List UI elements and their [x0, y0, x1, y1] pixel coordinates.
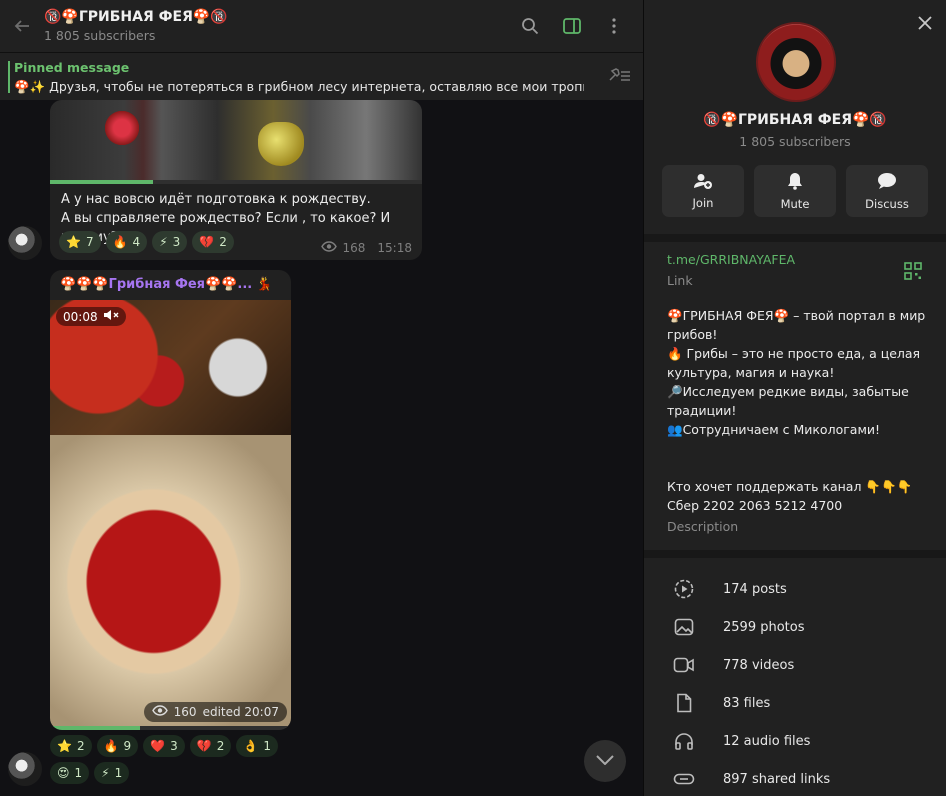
reaction-chip[interactable]: 🔥 9: [96, 735, 139, 757]
channel-name: 🔞🍄ГРИБНАЯ ФЕЯ🍄🔞: [703, 112, 887, 128]
chevron-down-icon: [596, 754, 614, 769]
chat-bubble-icon: [877, 172, 897, 193]
reaction-chip[interactable]: 💔 2: [189, 735, 232, 757]
panel-separator: [644, 550, 946, 558]
videos-icon: [644, 657, 723, 673]
mute-button[interactable]: Mute: [754, 165, 836, 217]
pinned-accent-bar: [8, 61, 10, 93]
stat-videos-label: 778 videos: [723, 657, 795, 673]
more-vertical-icon[interactable]: [595, 7, 633, 45]
discuss-button[interactable]: Discuss: [846, 165, 928, 217]
channel-subscribers: 1 805 subscribers: [739, 134, 851, 149]
telegram-window: 🔞🍄ГРИБНАЯ ФЕЯ🍄🔞 1 805 subscribers Pinned…: [0, 0, 946, 796]
post-2-reactions-row-1: ⭐ 2 🔥 9 ❤️ 3 💔 2 👌 1: [50, 735, 278, 757]
audio-icon: [644, 732, 723, 750]
stat-files-label: 83 files: [723, 695, 771, 711]
stat-files[interactable]: 83 files: [644, 684, 946, 722]
reaction-chip[interactable]: 😍 1: [50, 762, 90, 784]
link-label: Link: [667, 273, 693, 288]
pinned-text: 🍄✨ Друзья, чтобы не потеряться в грибном…: [14, 79, 584, 94]
eye-icon: [320, 241, 337, 255]
stat-videos[interactable]: 778 videos: [644, 646, 946, 684]
channel-actions: Join Mute Discuss: [662, 165, 928, 217]
stat-links[interactable]: 897 shared links: [644, 760, 946, 796]
red-ornament-image: [102, 108, 142, 148]
reaction-chip[interactable]: 👌 1: [236, 735, 278, 757]
reaction-chip[interactable]: 💔 2: [192, 231, 234, 253]
links-icon: [644, 773, 723, 785]
stat-audio-label: 12 audio files: [723, 733, 811, 749]
author-avatar[interactable]: [8, 226, 42, 260]
stat-posts[interactable]: 174 posts: [644, 570, 946, 608]
scroll-down-button[interactable]: [584, 740, 626, 782]
channel-description: 🍄ГРИБНАЯ ФЕЯ🍄 – твой портал в мир грибов…: [667, 308, 926, 513]
message-post-1[interactable]: А у нас вовсю идёт подготовка к рождеств…: [50, 100, 422, 260]
back-arrow-icon[interactable]: [0, 0, 44, 52]
post-2-edited: edited 20:07: [202, 705, 279, 719]
mute-speaker-icon[interactable]: [103, 309, 119, 324]
close-icon[interactable]: [918, 14, 932, 35]
video-time: 00:08: [63, 309, 98, 324]
files-icon: [644, 693, 723, 713]
reaction-chip[interactable]: ❤️ 3: [143, 735, 185, 757]
chat-subscribers: 1 805 subscribers: [44, 28, 156, 43]
post-1-image[interactable]: [50, 100, 422, 180]
post-1-line-1: А у нас вовсю идёт подготовка к рождеств…: [61, 192, 371, 207]
post-2-meta: 160 edited 20:07: [143, 702, 287, 722]
reaction-chip[interactable]: ⚡ 1: [94, 762, 130, 784]
stat-audio[interactable]: 12 audio files: [644, 722, 946, 760]
post-2-author-row: 🍄🍄🍄Грибная Фея🍄🍄... 💃: [60, 277, 272, 292]
join-label: Join: [692, 195, 714, 210]
reaction-chip[interactable]: 🔥 4: [105, 231, 148, 253]
bell-icon: [787, 172, 803, 193]
eye-icon: [151, 705, 168, 719]
add-user-icon: [693, 173, 713, 192]
video-frame-pizza: [50, 435, 291, 728]
post-1-reactions: ⭐ 7 🔥 4 ⚡ 3 💔 2: [59, 231, 234, 253]
media-stats-list: 174 posts 2599 photos 778 videos 83 file…: [644, 570, 946, 796]
post-2-video[interactable]: 00:08 160 edited 20:07: [50, 300, 291, 728]
posts-icon: [644, 579, 723, 599]
stat-photos-label: 2599 photos: [723, 619, 805, 635]
post-2-author[interactable]: 🍄🍄🍄Грибная Фея🍄🍄...: [60, 277, 252, 292]
author-badge: 💃: [256, 277, 273, 292]
search-icon[interactable]: [511, 7, 549, 45]
unpin-list-icon[interactable]: [607, 67, 631, 87]
reaction-chip[interactable]: ⭐ 2: [50, 735, 92, 757]
discuss-label: Discuss: [865, 196, 909, 211]
stat-posts-label: 174 posts: [723, 581, 787, 597]
post-2-views: 160: [173, 705, 197, 719]
post-1-progress: [50, 180, 422, 184]
message-post-2[interactable]: 🍄🍄🍄Грибная Фея🍄🍄... 💃 00:08 160 edited 2…: [50, 270, 291, 730]
chat-area: 🔞🍄ГРИБНАЯ ФЕЯ🍄🔞 1 805 subscribers Pinned…: [0, 0, 643, 796]
photos-icon: [644, 618, 723, 636]
chat-title-block[interactable]: 🔞🍄ГРИБНАЯ ФЕЯ🍄🔞 1 805 subscribers: [44, 9, 511, 43]
reaction-chip[interactable]: ⚡ 3: [152, 231, 188, 253]
video-time-badge: 00:08: [56, 307, 126, 326]
qr-code-icon[interactable]: [904, 262, 922, 284]
post-2-progress: [50, 726, 291, 730]
author-avatar[interactable]: [8, 752, 42, 786]
post-1-time: 15:18: [377, 241, 412, 255]
stat-links-label: 897 shared links: [723, 771, 831, 787]
header-toolbar: [511, 7, 643, 45]
stat-photos[interactable]: 2599 photos: [644, 608, 946, 646]
pinned-message-bar[interactable]: Pinned message 🍄✨ Друзья, чтобы не потер…: [0, 52, 643, 100]
description-label: Description: [667, 519, 739, 534]
pinned-title: Pinned message: [14, 60, 130, 75]
chat-title: 🔞🍄ГРИБНАЯ ФЕЯ🍄🔞: [44, 9, 228, 25]
channel-avatar[interactable]: [756, 22, 836, 102]
channel-link[interactable]: t.me/GRRIBNAYAFEA: [667, 252, 795, 267]
post-1-views: 168: [342, 241, 366, 255]
reaction-chip[interactable]: ⭐ 7: [59, 231, 101, 253]
panel-separator: [644, 234, 946, 242]
join-button[interactable]: Join: [662, 165, 744, 217]
post-2-reactions-row-2: 😍 1 ⚡ 1: [50, 762, 130, 784]
chat-header: 🔞🍄ГРИБНАЯ ФЕЯ🍄🔞 1 805 subscribers: [0, 0, 643, 52]
mute-label: Mute: [780, 196, 810, 211]
channel-info-panel: 🔞🍄ГРИБНАЯ ФЕЯ🍄🔞 1 805 subscribers Join M…: [644, 0, 946, 796]
post-1-meta: 168 15:18: [320, 241, 412, 255]
sidebar-toggle-icon[interactable]: [553, 7, 591, 45]
gold-heart-ornament-image: [258, 122, 304, 166]
